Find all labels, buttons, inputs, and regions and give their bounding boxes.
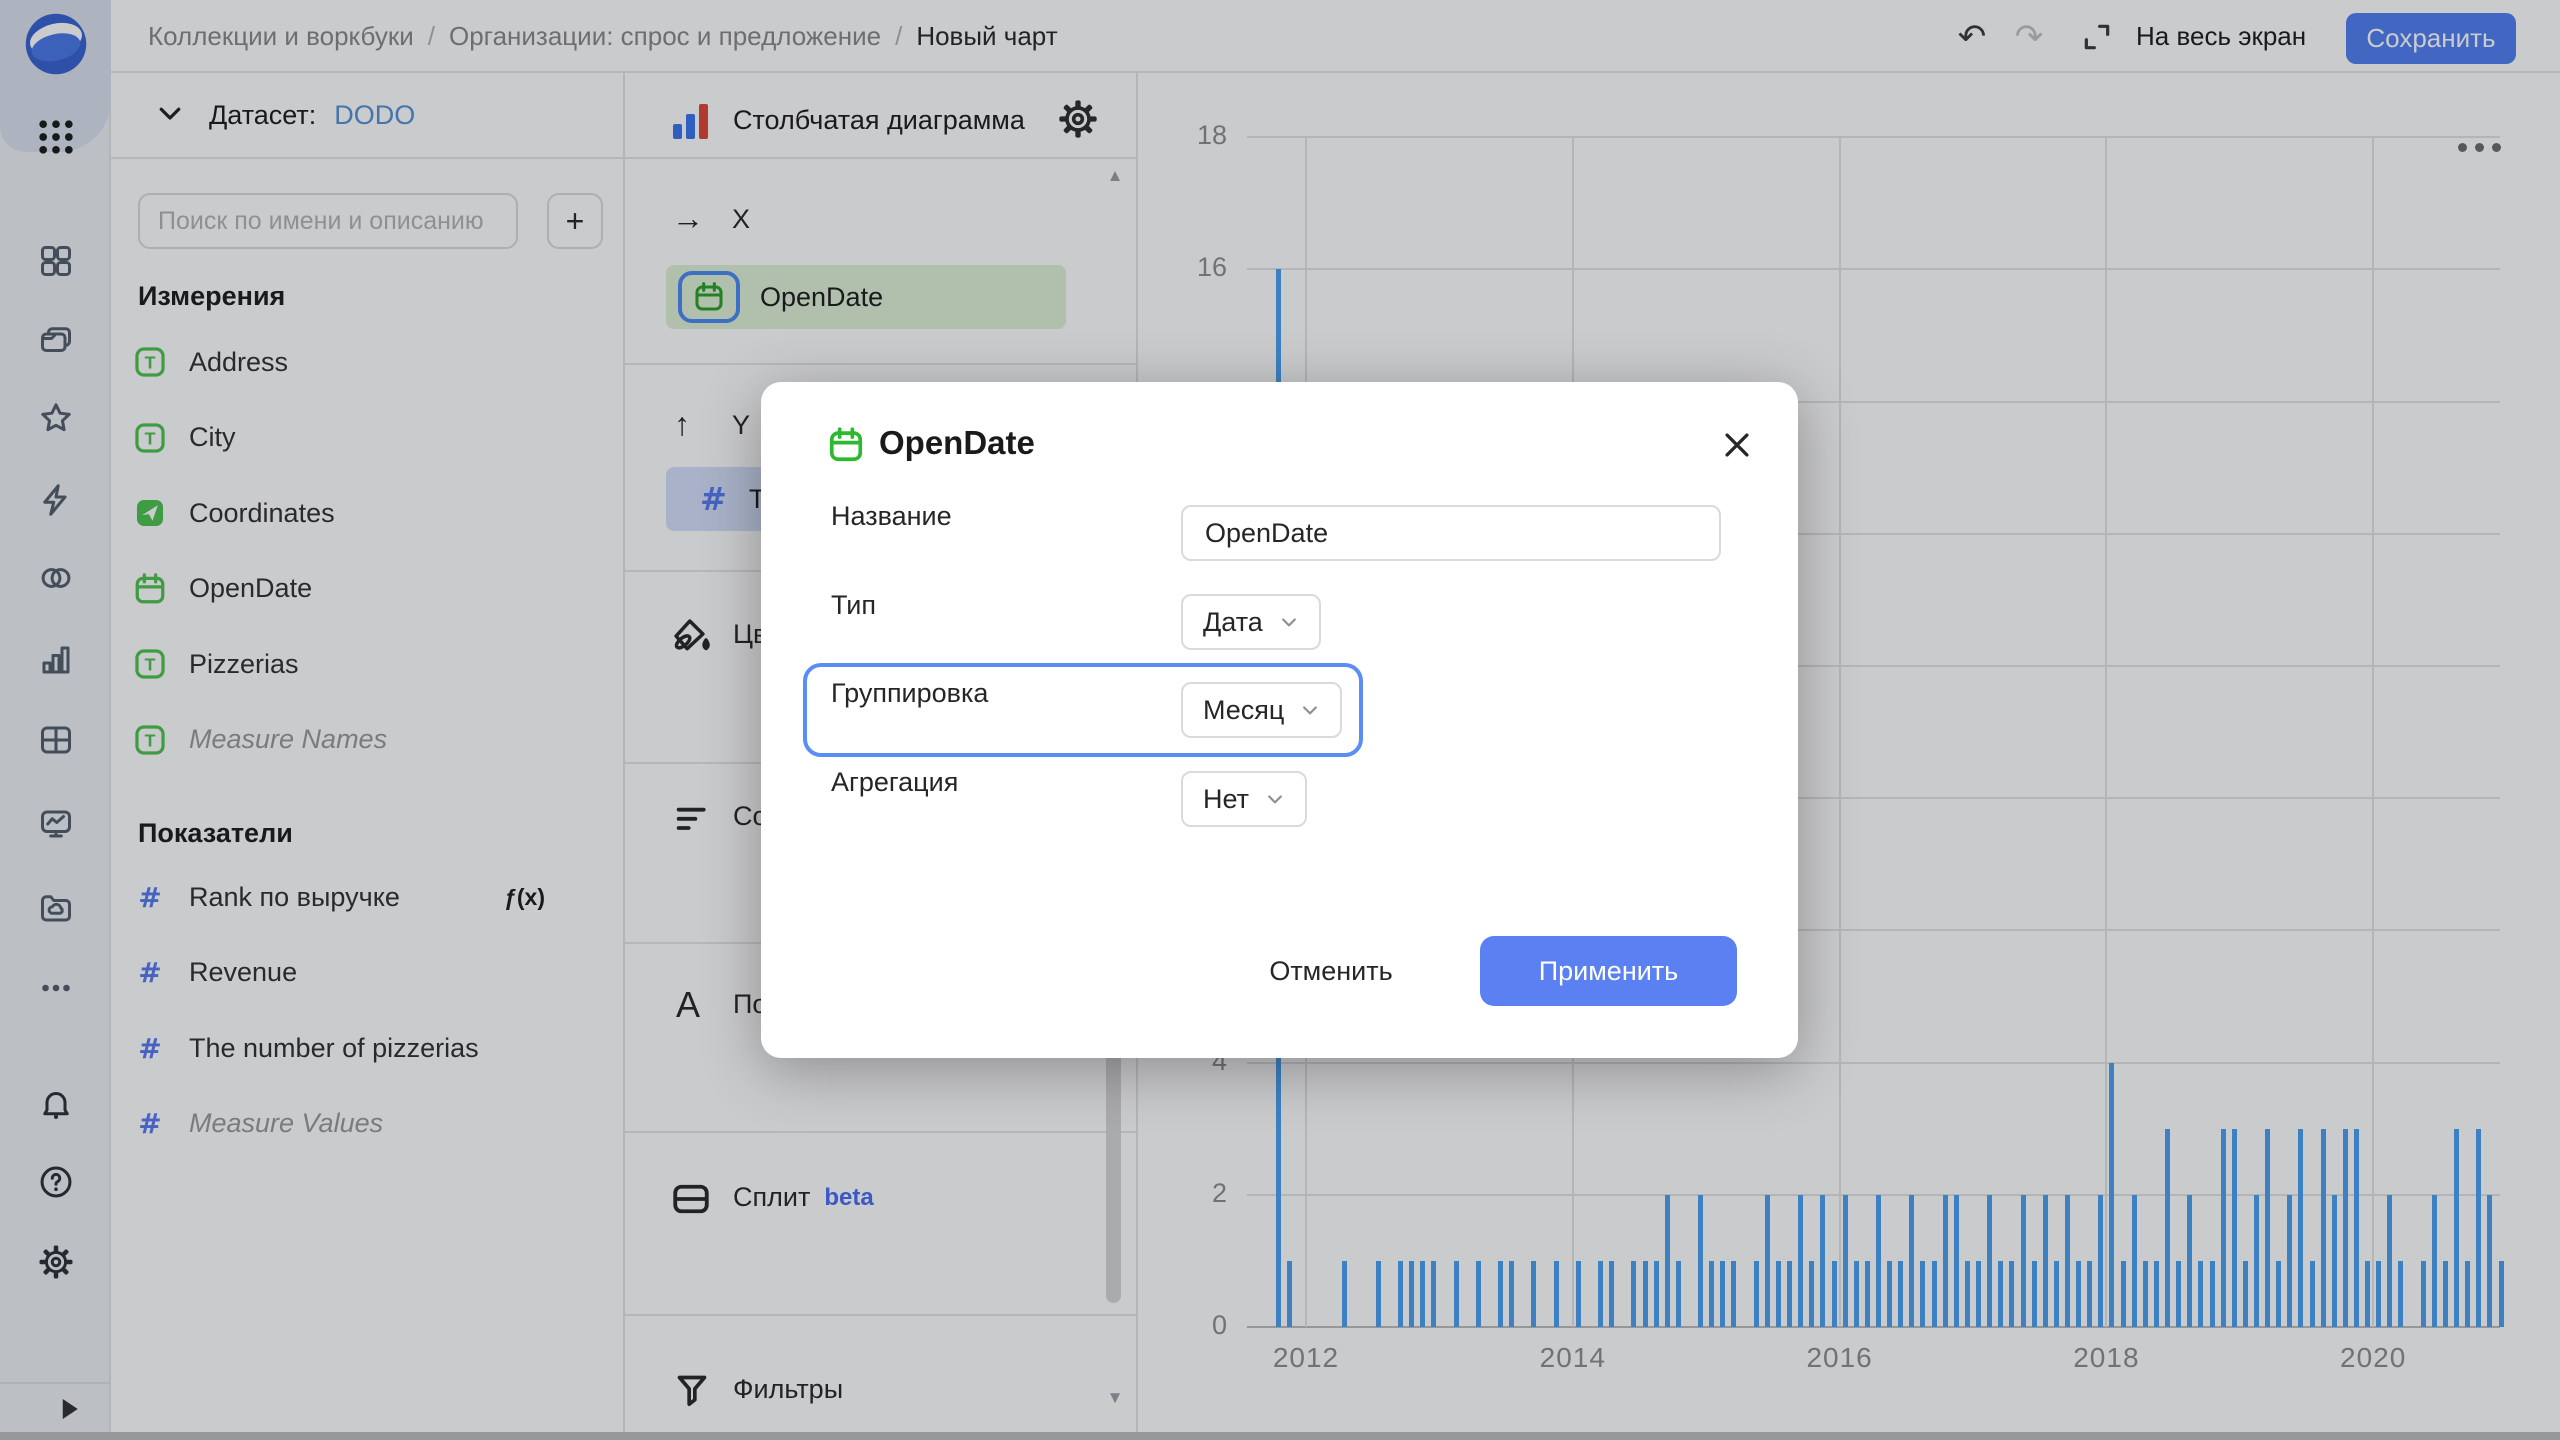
name-input[interactable] (1181, 505, 1721, 561)
cancel-button[interactable]: Отменить (1258, 940, 1404, 1002)
aggregation-select[interactable]: Нет (1181, 771, 1307, 827)
app-root: Коллекции и воркбуки / Организации: спро… (0, 0, 2560, 1440)
name-field-label: Название (831, 501, 952, 532)
chevron-down-icon (1265, 789, 1285, 809)
close-icon[interactable] (1720, 428, 1754, 462)
field-date-icon (827, 426, 865, 464)
aggregation-field-label: Агрегация (831, 767, 958, 798)
grouping-field-label: Группировка (831, 678, 988, 709)
dialog-title: OpenDate (879, 424, 1035, 462)
chevron-down-icon (1279, 612, 1299, 632)
chevron-down-icon (1300, 700, 1320, 720)
type-select-value: Дата (1203, 607, 1263, 638)
field-settings-dialog: OpenDate Название Тип Дата Группировка М… (761, 382, 1798, 1058)
aggregation-select-value: Нет (1203, 784, 1249, 815)
type-field-label: Тип (831, 590, 876, 621)
grouping-select[interactable]: Месяц (1181, 682, 1342, 738)
apply-button[interactable]: Применить (1480, 936, 1737, 1006)
grouping-select-value: Месяц (1203, 695, 1284, 726)
type-select[interactable]: Дата (1181, 594, 1321, 650)
